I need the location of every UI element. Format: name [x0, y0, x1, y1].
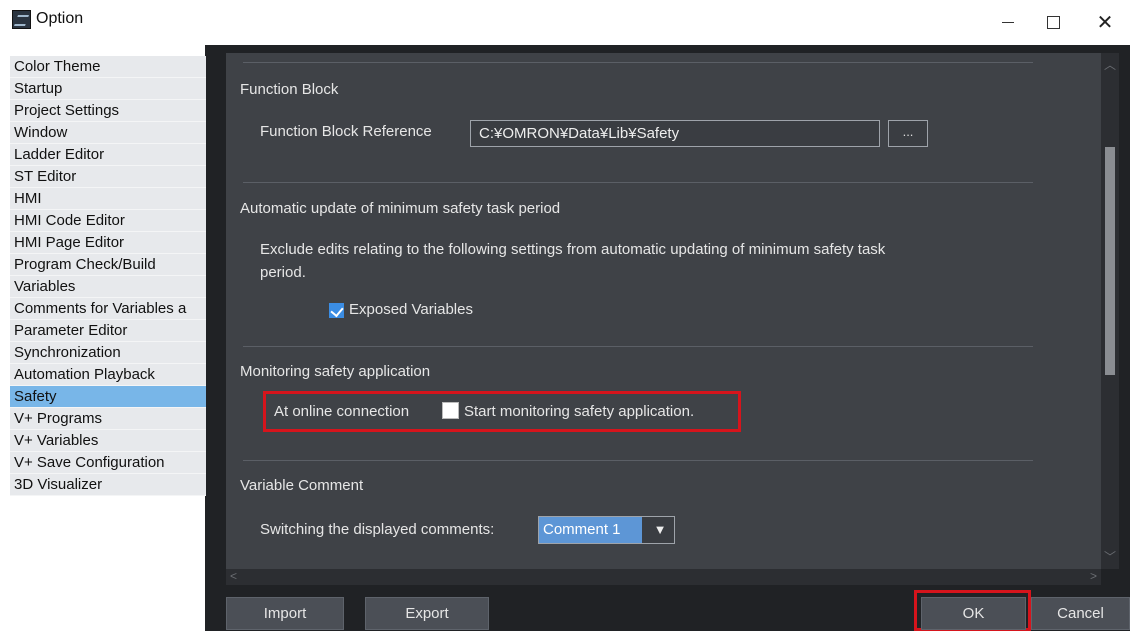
- title-bar: Option ✕: [0, 0, 1130, 45]
- start-monitoring-label: Start monitoring safety application.: [464, 403, 695, 420]
- sidebar-item-parameter-editor[interactable]: Parameter Editor: [10, 320, 206, 342]
- sidebar-item-variables[interactable]: Variables: [10, 276, 206, 298]
- divider: [243, 346, 1033, 347]
- exposed-variables-checkbox[interactable]: [329, 303, 344, 318]
- scroll-down-icon[interactable]: ﹀: [1104, 548, 1116, 565]
- sidebar-item-ladder-editor[interactable]: Ladder Editor: [10, 144, 206, 166]
- import-button[interactable]: Import: [226, 597, 344, 630]
- close-icon: ✕: [1096, 11, 1114, 34]
- horizontal-scrollbar[interactable]: < >: [226, 569, 1101, 585]
- variable-comment-title: Variable Comment: [240, 477, 364, 494]
- online-connection-label: At online connection: [274, 403, 410, 420]
- scroll-up-icon[interactable]: ︿: [1104, 56, 1116, 73]
- sidebar-item-project-settings[interactable]: Project Settings: [10, 100, 206, 122]
- divider: [243, 62, 1033, 63]
- sidebar-item-window[interactable]: Window: [10, 122, 206, 144]
- settings-panel: Function Block Function Block Reference …: [213, 45, 1130, 631]
- safety-settings-content: Function Block Function Block Reference …: [226, 53, 1101, 569]
- scroll-left-icon[interactable]: <: [230, 569, 237, 583]
- sidebar-item-v-variables[interactable]: V+ Variables: [10, 430, 206, 452]
- sidebar-item-hmi-code-editor[interactable]: HMI Code Editor: [10, 210, 206, 232]
- category-list: Color Theme Startup Project Settings Window…: [10, 56, 206, 496]
- browse-button[interactable]: ...: [888, 120, 928, 147]
- auto-update-description: Exclude edits relating to the following …: [260, 241, 886, 258]
- sidebar-item-synchronization[interactable]: Synchronization: [10, 342, 206, 364]
- maximize-button[interactable]: [1030, 6, 1076, 38]
- vertical-scrollbar-thumb[interactable]: [1105, 147, 1115, 375]
- chevron-down-icon[interactable]: ▼: [646, 517, 674, 543]
- start-monitoring-checkbox[interactable]: [442, 402, 459, 419]
- comment-select-value: Comment 1: [539, 517, 642, 543]
- ok-button[interactable]: OK: [921, 597, 1026, 630]
- comment-select[interactable]: Comment 1 ▼: [538, 516, 675, 544]
- options-category-list: Color Theme Startup Project Settings Window…: [0, 45, 213, 631]
- maximize-icon: [1046, 15, 1060, 29]
- function-block-reference-label: Function Block Reference: [260, 123, 432, 140]
- sidebar-item-program-check-build[interactable]: Program Check/Build: [10, 254, 206, 276]
- sidebar-item-hmi[interactable]: HMI: [10, 188, 206, 210]
- minimize-button[interactable]: [985, 6, 1031, 38]
- sidebar-item-v-programs[interactable]: V+ Programs: [10, 408, 206, 430]
- function-block-reference-input[interactable]: C:¥OMRON¥Data¥Lib¥Safety: [470, 120, 880, 147]
- auto-update-description-cont: period.: [260, 264, 306, 281]
- scroll-right-icon[interactable]: >: [1090, 569, 1097, 583]
- sidebar-item-hmi-page-editor[interactable]: HMI Page Editor: [10, 232, 206, 254]
- sidebar-item-3d-visualizer[interactable]: 3D Visualizer: [10, 474, 206, 496]
- sidebar-item-automation-playback[interactable]: Automation Playback: [10, 364, 206, 386]
- sidebar-item-st-editor[interactable]: ST Editor: [10, 166, 206, 188]
- sidebar-item-v-save-configuration[interactable]: V+ Save Configuration: [10, 452, 206, 474]
- cancel-button[interactable]: Cancel: [1031, 597, 1130, 630]
- monitoring-title: Monitoring safety application: [240, 363, 431, 380]
- export-button[interactable]: Export: [365, 597, 489, 630]
- sidebar-item-comments-for-variables-a[interactable]: Comments for Variables a: [10, 298, 206, 320]
- minimize-icon: [1002, 21, 1014, 23]
- sidebar-item-color-theme[interactable]: Color Theme: [10, 56, 206, 78]
- sidebar-item-startup[interactable]: Startup: [10, 78, 206, 100]
- switch-comments-label: Switching the displayed comments:: [260, 521, 495, 538]
- app-icon: [12, 10, 31, 29]
- vertical-scrollbar[interactable]: ︿ ﹀: [1101, 53, 1119, 569]
- sidebar-item-safety[interactable]: Safety: [10, 386, 206, 408]
- divider: [243, 460, 1033, 461]
- close-button[interactable]: ✕: [1082, 6, 1128, 38]
- divider: [243, 182, 1033, 183]
- function-block-title: Function Block: [240, 81, 339, 98]
- window-title: Option: [36, 10, 84, 27]
- auto-update-title: Automatic update of minimum safety task …: [240, 200, 561, 217]
- exposed-variables-label: Exposed Variables: [349, 301, 473, 318]
